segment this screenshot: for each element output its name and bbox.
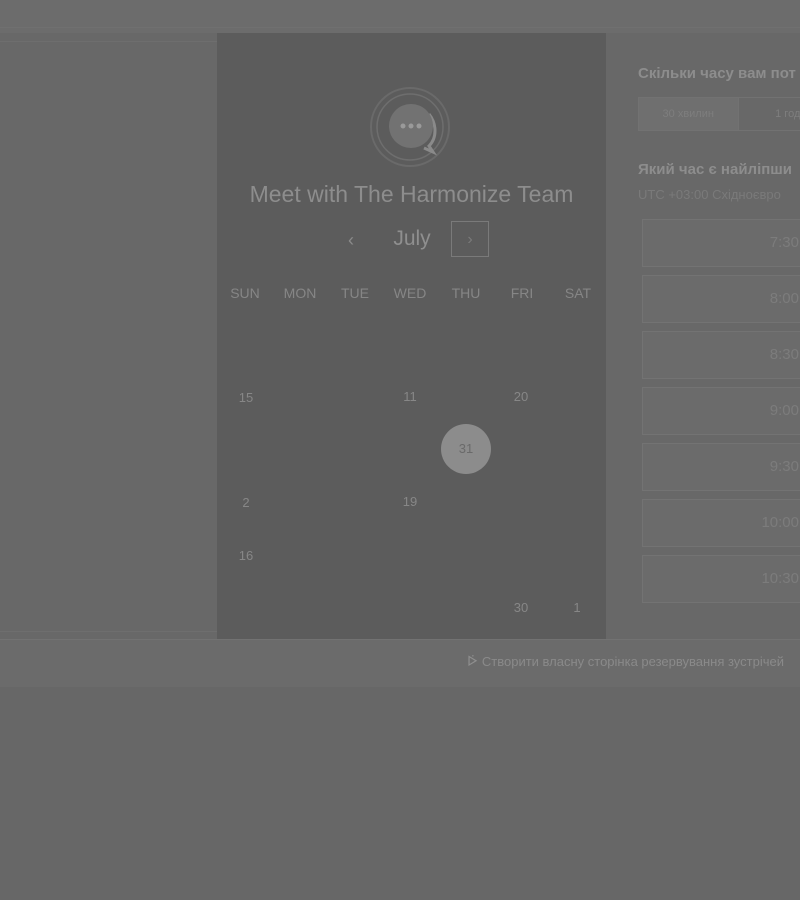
calendar-day[interactable]: 30 <box>496 583 546 633</box>
top-bar <box>0 0 800 33</box>
duration-option-30min[interactable]: 30 хвилин <box>639 98 739 130</box>
page-background <box>0 687 800 900</box>
time-slot[interactable]: 7:30 <box>642 219 800 267</box>
time-slot-label: 9:30 <box>769 458 799 475</box>
chevron-left-icon: ‹ <box>348 230 354 250</box>
calendar-card: Meet with The Harmonize Team ‹ July › SU… <box>217 33 606 639</box>
booking-panel: Скільки часу вам пот 30 хвилин 1 год Яки… <box>606 33 800 639</box>
chat-logo-icon <box>370 87 450 167</box>
month-label: July <box>393 227 431 250</box>
month-navigation: ‹ July › <box>217 221 606 261</box>
weekday-label: SUN <box>230 285 260 301</box>
time-slot[interactable]: 8:00 <box>642 275 800 323</box>
time-slot-label: 8:00 <box>769 290 799 307</box>
calendar-day[interactable]: 11 <box>385 372 435 422</box>
duration-question: Скільки часу вам пот <box>638 65 796 82</box>
time-slot-label: 10:00 <box>761 514 799 531</box>
calendar-day-selected[interactable]: 31 <box>441 424 491 474</box>
duration-selector: 30 хвилин 1 год <box>638 97 800 131</box>
time-question: Який час є найліпши <box>638 161 793 178</box>
weekday-label: WED <box>393 285 427 301</box>
time-slot-label: 8:30 <box>769 346 799 363</box>
calendar-day[interactable]: 19 <box>385 477 435 527</box>
weekday-label: FRI <box>510 285 534 301</box>
next-month-button[interactable]: › <box>451 221 489 257</box>
sprocket-icon: ᢰ <box>467 653 478 669</box>
footer-bar: ᢰ Створити власну сторінка резервування … <box>0 639 800 687</box>
chevron-right-icon: › <box>467 231 473 248</box>
calendar-day[interactable]: 2 <box>221 478 271 528</box>
time-slot-label: 9:00 <box>769 402 799 419</box>
time-slot-label: 7:30 <box>769 234 799 251</box>
weekday-label: TUE <box>341 285 369 301</box>
time-slot[interactable]: 9:00 <box>642 387 800 435</box>
time-slot-label: 10:30 <box>761 570 799 587</box>
time-slot[interactable]: 9:30 <box>642 443 800 491</box>
calendar-day[interactable]: 15 <box>221 373 271 423</box>
prev-month-button[interactable]: ‹ <box>334 223 368 257</box>
create-booking-page-link[interactable]: ᢰ Створити власну сторінка резервування … <box>468 653 784 670</box>
weekday-header: SUN MON TUE WED THU FRI SAT <box>217 285 606 305</box>
create-booking-page-text: Створити власну сторінка резервування зу… <box>481 654 784 669</box>
calendar-day[interactable]: 20 <box>496 372 546 422</box>
weekday-label: SAT <box>564 285 592 301</box>
timezone-selector[interactable]: UTC +03:00 Східноєвро <box>638 187 781 202</box>
calendar-day[interactable]: 1 <box>552 583 602 633</box>
meeting-title: Meet with The Harmonize Team <box>249 181 574 207</box>
time-slot[interactable]: 8:30 <box>642 331 800 379</box>
time-slot[interactable]: 10:30 <box>642 555 800 603</box>
duration-option-1h[interactable]: 1 год <box>739 98 800 130</box>
weekday-label: MON <box>283 285 317 301</box>
time-slot-list: 7:30 8:00 8:30 9:00 9:30 10:00 10:30 <box>642 219 800 611</box>
left-background-panel <box>0 33 217 639</box>
time-slot[interactable]: 10:00 <box>642 499 800 547</box>
weekday-label: THU <box>451 285 481 301</box>
calendar-day[interactable]: 16 <box>221 531 271 581</box>
